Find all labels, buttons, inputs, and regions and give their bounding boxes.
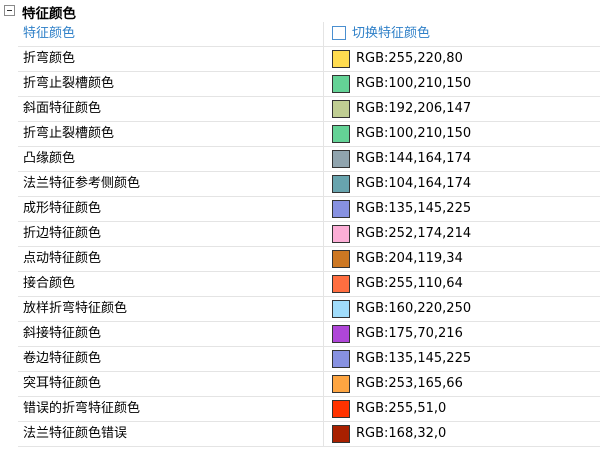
table-row[interactable]: 法兰特征颜色错误 RGB:168,32,0 [18,422,600,447]
property-value[interactable]: RGB:252,174,214 [324,222,600,246]
color-swatch[interactable] [332,350,350,368]
color-swatch[interactable] [332,400,350,418]
table-row[interactable]: 成形特征颜色 RGB:135,145,225 [18,197,600,222]
rgb-value-text: RGB:104,164,174 [356,176,472,191]
property-value[interactable]: RGB:135,145,225 [324,347,600,371]
table-row[interactable]: 折弯颜色 RGB:255,220,80 [18,47,600,72]
rgb-value-text: RGB:255,110,64 [356,276,463,291]
group-header[interactable]: 特征颜色 [0,0,600,22]
table-row[interactable]: 卷边特征颜色 RGB:135,145,225 [18,347,600,372]
property-name: 折弯止裂槽颜色 [18,72,324,96]
rgb-value-text: RGB:135,145,225 [356,201,472,216]
rgb-value-text: RGB:160,220,250 [356,301,472,316]
property-grid: 特征颜色 切换特征颜色 折弯颜色 RGB:255,220,80 折弯止裂槽颜色 RGB… [18,22,600,453]
collapse-toggle-icon[interactable] [4,5,15,16]
property-value[interactable]: RGB:255,51,0 [324,397,600,421]
color-swatch[interactable] [332,50,350,68]
property-value[interactable]: RGB:144,164,174 [324,147,600,171]
property-name: 折边特征颜色 [18,222,324,246]
property-value[interactable]: RGB:253,165,66 [324,372,600,396]
property-value[interactable]: RGB:255,220,80 [324,47,600,71]
rgb-value-text: RGB:100,210,150 [356,126,472,141]
toggle-checkbox[interactable] [332,26,346,40]
property-name: 折弯止裂槽颜色 [18,122,324,146]
property-value[interactable]: RGB:100,210,150 [324,122,600,146]
property-name: 接合颜色 [18,272,324,296]
table-row[interactable]: 斜接特征颜色 RGB:175,70,216 [18,322,600,347]
rgb-value-text: RGB:100,210,150 [356,76,472,91]
header-row: 特征颜色 切换特征颜色 [18,22,600,47]
table-row[interactable]: 错误的折弯特征颜色 RGB:255,51,0 [18,397,600,422]
rgb-value-text: RGB:253,165,66 [356,376,463,391]
property-value[interactable]: RGB:168,32,0 [324,422,600,446]
rgb-value-text: RGB:175,70,216 [356,326,463,341]
property-value[interactable]: RGB:160,220,250 [324,297,600,321]
property-name: 法兰特征参考侧颜色 [18,172,324,196]
property-name: 点动特征颜色 [18,247,324,271]
color-swatch[interactable] [332,200,350,218]
property-name: 凸缘颜色 [18,147,324,171]
color-swatch[interactable] [332,375,350,393]
color-swatch[interactable] [332,150,350,168]
table-row[interactable]: 折边特征颜色 RGB:252,174,214 [18,222,600,247]
property-name: 斜接特征颜色 [18,322,324,346]
color-swatch[interactable] [332,125,350,143]
color-swatch[interactable] [332,100,350,118]
rgb-value-text: RGB:252,174,214 [356,226,472,241]
property-value[interactable]: RGB:104,164,174 [324,172,600,196]
table-row[interactable]: 斜面特征颜色 RGB:192,206,147 [18,97,600,122]
property-value[interactable]: RGB:255,110,64 [324,272,600,296]
color-swatch[interactable] [332,175,350,193]
rgb-value-text: RGB:135,145,225 [356,351,472,366]
property-name: 错误的折弯特征颜色 [18,397,324,421]
property-value[interactable]: RGB:204,119,34 [324,247,600,271]
property-value[interactable]: RGB:100,210,150 [324,72,600,96]
property-name: 放样折弯特征颜色 [18,297,324,321]
toggle-feature-color[interactable]: 切换特征颜色 [324,22,600,46]
color-swatch[interactable] [332,75,350,93]
table-row[interactable]: 法兰特征参考侧颜色 RGB:104,164,174 [18,172,600,197]
toggle-label[interactable]: 切换特征颜色 [352,22,430,46]
property-value[interactable]: RGB:175,70,216 [324,322,600,346]
color-swatch[interactable] [332,325,350,343]
property-name: 斜面特征颜色 [18,97,324,121]
color-swatch[interactable] [332,225,350,243]
color-swatch[interactable] [332,300,350,318]
property-name: 法兰特征颜色错误 [18,422,324,446]
property-name: 成形特征颜色 [18,197,324,221]
color-swatch[interactable] [332,275,350,293]
rgb-value-text: RGB:192,206,147 [356,101,472,116]
property-name: 卷边特征颜色 [18,347,324,371]
group-title: 特征颜色 [22,6,76,22]
property-value[interactable]: RGB:192,206,147 [324,97,600,121]
table-row[interactable]: 突耳特征颜色 RGB:253,165,66 [18,372,600,397]
property-name: 折弯颜色 [18,47,324,71]
header-name-cell: 特征颜色 [18,22,324,46]
color-swatch[interactable] [332,425,350,443]
table-row[interactable]: 凸缘颜色 RGB:144,164,174 [18,147,600,172]
table-row[interactable]: 接合颜色 RGB:255,110,64 [18,272,600,297]
table-row[interactable]: 折弯止裂槽颜色 RGB:100,210,150 [18,72,600,97]
property-name: 突耳特征颜色 [18,372,324,396]
table-row[interactable]: 点动特征颜色 RGB:204,119,34 [18,247,600,272]
rgb-value-text: RGB:144,164,174 [356,151,472,166]
rgb-value-text: RGB:255,220,80 [356,51,463,66]
rgb-value-text: RGB:168,32,0 [356,426,447,441]
rgb-value-text: RGB:204,119,34 [356,251,463,266]
color-swatch[interactable] [332,250,350,268]
table-row[interactable]: 放样折弯特征颜色 RGB:160,220,250 [18,297,600,322]
property-value[interactable]: RGB:135,145,225 [324,197,600,221]
table-row[interactable]: 折弯止裂槽颜色 RGB:100,210,150 [18,122,600,147]
rgb-value-text: RGB:255,51,0 [356,401,447,416]
